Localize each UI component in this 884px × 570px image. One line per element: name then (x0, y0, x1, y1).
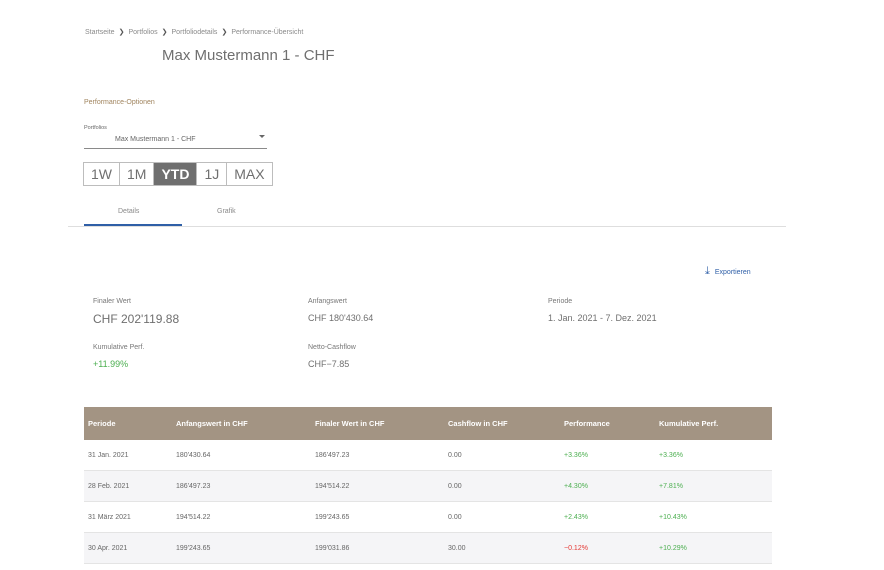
cell-cashflow: 30.00 (448, 544, 466, 552)
cell-performance: +2.43% (564, 513, 588, 521)
cell-final-value: 199'243.65 (315, 513, 350, 521)
period-selector: 1W 1M YTD 1J MAX (83, 162, 273, 186)
column-header-start-value: Anfangswert in CHF (176, 419, 248, 428)
table-row: 28 Feb. 2021 186'497.23 194'514.22 0.00 … (84, 471, 772, 502)
table-row: 30 Apr. 2021 199'243.65 199'031.86 30.00… (84, 533, 772, 564)
chevron-right-icon: ❯ (118, 29, 125, 36)
net-cashflow-label: Netto-Cashflow (308, 344, 356, 351)
caret-down-icon (259, 135, 265, 138)
period-button-1j[interactable]: 1J (197, 163, 228, 185)
breadcrumb-item-performance-overview: Performance-Übersicht (231, 28, 304, 36)
period-button-ytd[interactable]: YTD (154, 163, 198, 185)
start-value: CHF 180'430.64 (308, 313, 374, 323)
cell-final-value: 199'031.86 (315, 544, 350, 552)
cell-period: 31 März 2021 (88, 513, 131, 521)
cell-start-value: 199'243.65 (176, 544, 211, 552)
cell-period: 28 Feb. 2021 (88, 482, 130, 490)
period-value: 1. Jan. 2021 - 7. Dez. 2021 (548, 313, 657, 323)
portfolio-select-value: Max Mustermann 1 - CHF (115, 136, 196, 143)
cell-cashflow: 0.00 (448, 451, 462, 459)
tab-grafik[interactable]: Grafik (217, 208, 236, 215)
cell-cumulative-perf: +10.29% (659, 544, 687, 552)
breadcrumb-item-portfolios[interactable]: Portfolios (128, 29, 157, 36)
portfolio-select[interactable]: Max Mustermann 1 - CHF (84, 131, 267, 149)
column-header-final-value: Finaler Wert in CHF (315, 419, 385, 428)
column-header-cumulative-perf: Kumulative Perf. (659, 419, 719, 428)
final-value-label: Finaler Wert (93, 298, 131, 305)
cell-cumulative-perf: +7.81% (659, 482, 683, 490)
performance-options-title: Performance-Optionen (84, 99, 155, 106)
table-row: 31 Jan. 2021 180'430.64 186'497.23 0.00 … (84, 440, 772, 471)
breadcrumb-item-portfolio-details[interactable]: Portfoliodetails (172, 29, 218, 36)
cell-performance: +3.36% (564, 451, 588, 459)
cell-cashflow: 0.00 (448, 513, 462, 521)
chevron-right-icon: ❯ (161, 29, 168, 36)
period-button-max[interactable]: MAX (227, 163, 271, 185)
period-label: Periode (548, 298, 573, 305)
column-header-cashflow: Cashflow in CHF (448, 419, 508, 428)
breadcrumb-item-home[interactable]: Startseite (85, 29, 115, 36)
table-row: 31 März 2021 194'514.22 199'243.65 0.00 … (84, 502, 772, 533)
net-cashflow-value: CHF−7.85 (308, 359, 350, 369)
cell-final-value: 194'514.22 (315, 482, 350, 490)
start-value-label: Anfangswert (308, 298, 347, 305)
period-button-1w[interactable]: 1W (84, 163, 120, 185)
cumulative-perf-label: Kumulative Perf. (93, 344, 145, 351)
performance-table: Periode Anfangswert in CHF Finaler Wert … (84, 407, 772, 564)
page-title: Max Mustermann 1 - CHF (162, 47, 335, 64)
cell-performance: −0.12% (564, 544, 588, 552)
cumulative-perf-value: +11.99% (93, 359, 129, 369)
cell-period: 31 Jan. 2021 (88, 451, 129, 459)
cell-period: 30 Apr. 2021 (88, 544, 128, 552)
cell-cumulative-perf: +10.43% (659, 513, 687, 521)
cell-cumulative-perf: +3.36% (659, 451, 683, 459)
chevron-right-icon: ❯ (221, 29, 228, 36)
final-value: CHF 202'119.88 (93, 312, 180, 326)
cell-start-value: 186'497.23 (176, 482, 211, 490)
cell-cashflow: 0.00 (448, 482, 462, 490)
tab-divider (68, 226, 786, 227)
tab-details[interactable]: Details (118, 208, 139, 215)
cell-final-value: 186'497.23 (315, 451, 350, 459)
breadcrumb: Startseite ❯ Portfolios ❯ Portfoliodetai… (85, 28, 304, 37)
export-label: Exportieren (714, 268, 751, 276)
download-icon: ⤓ (705, 265, 710, 277)
column-header-period: Periode (88, 419, 116, 428)
period-button-1m[interactable]: 1M (120, 163, 155, 185)
cell-start-value: 194'514.22 (176, 513, 211, 521)
table-header: Periode Anfangswert in CHF Finaler Wert … (84, 407, 772, 440)
cell-performance: +4.30% (564, 482, 588, 490)
export-button[interactable]: ⤓ Exportieren (705, 265, 751, 277)
column-header-performance: Performance (564, 419, 610, 428)
cell-start-value: 180'430.64 (176, 451, 211, 459)
